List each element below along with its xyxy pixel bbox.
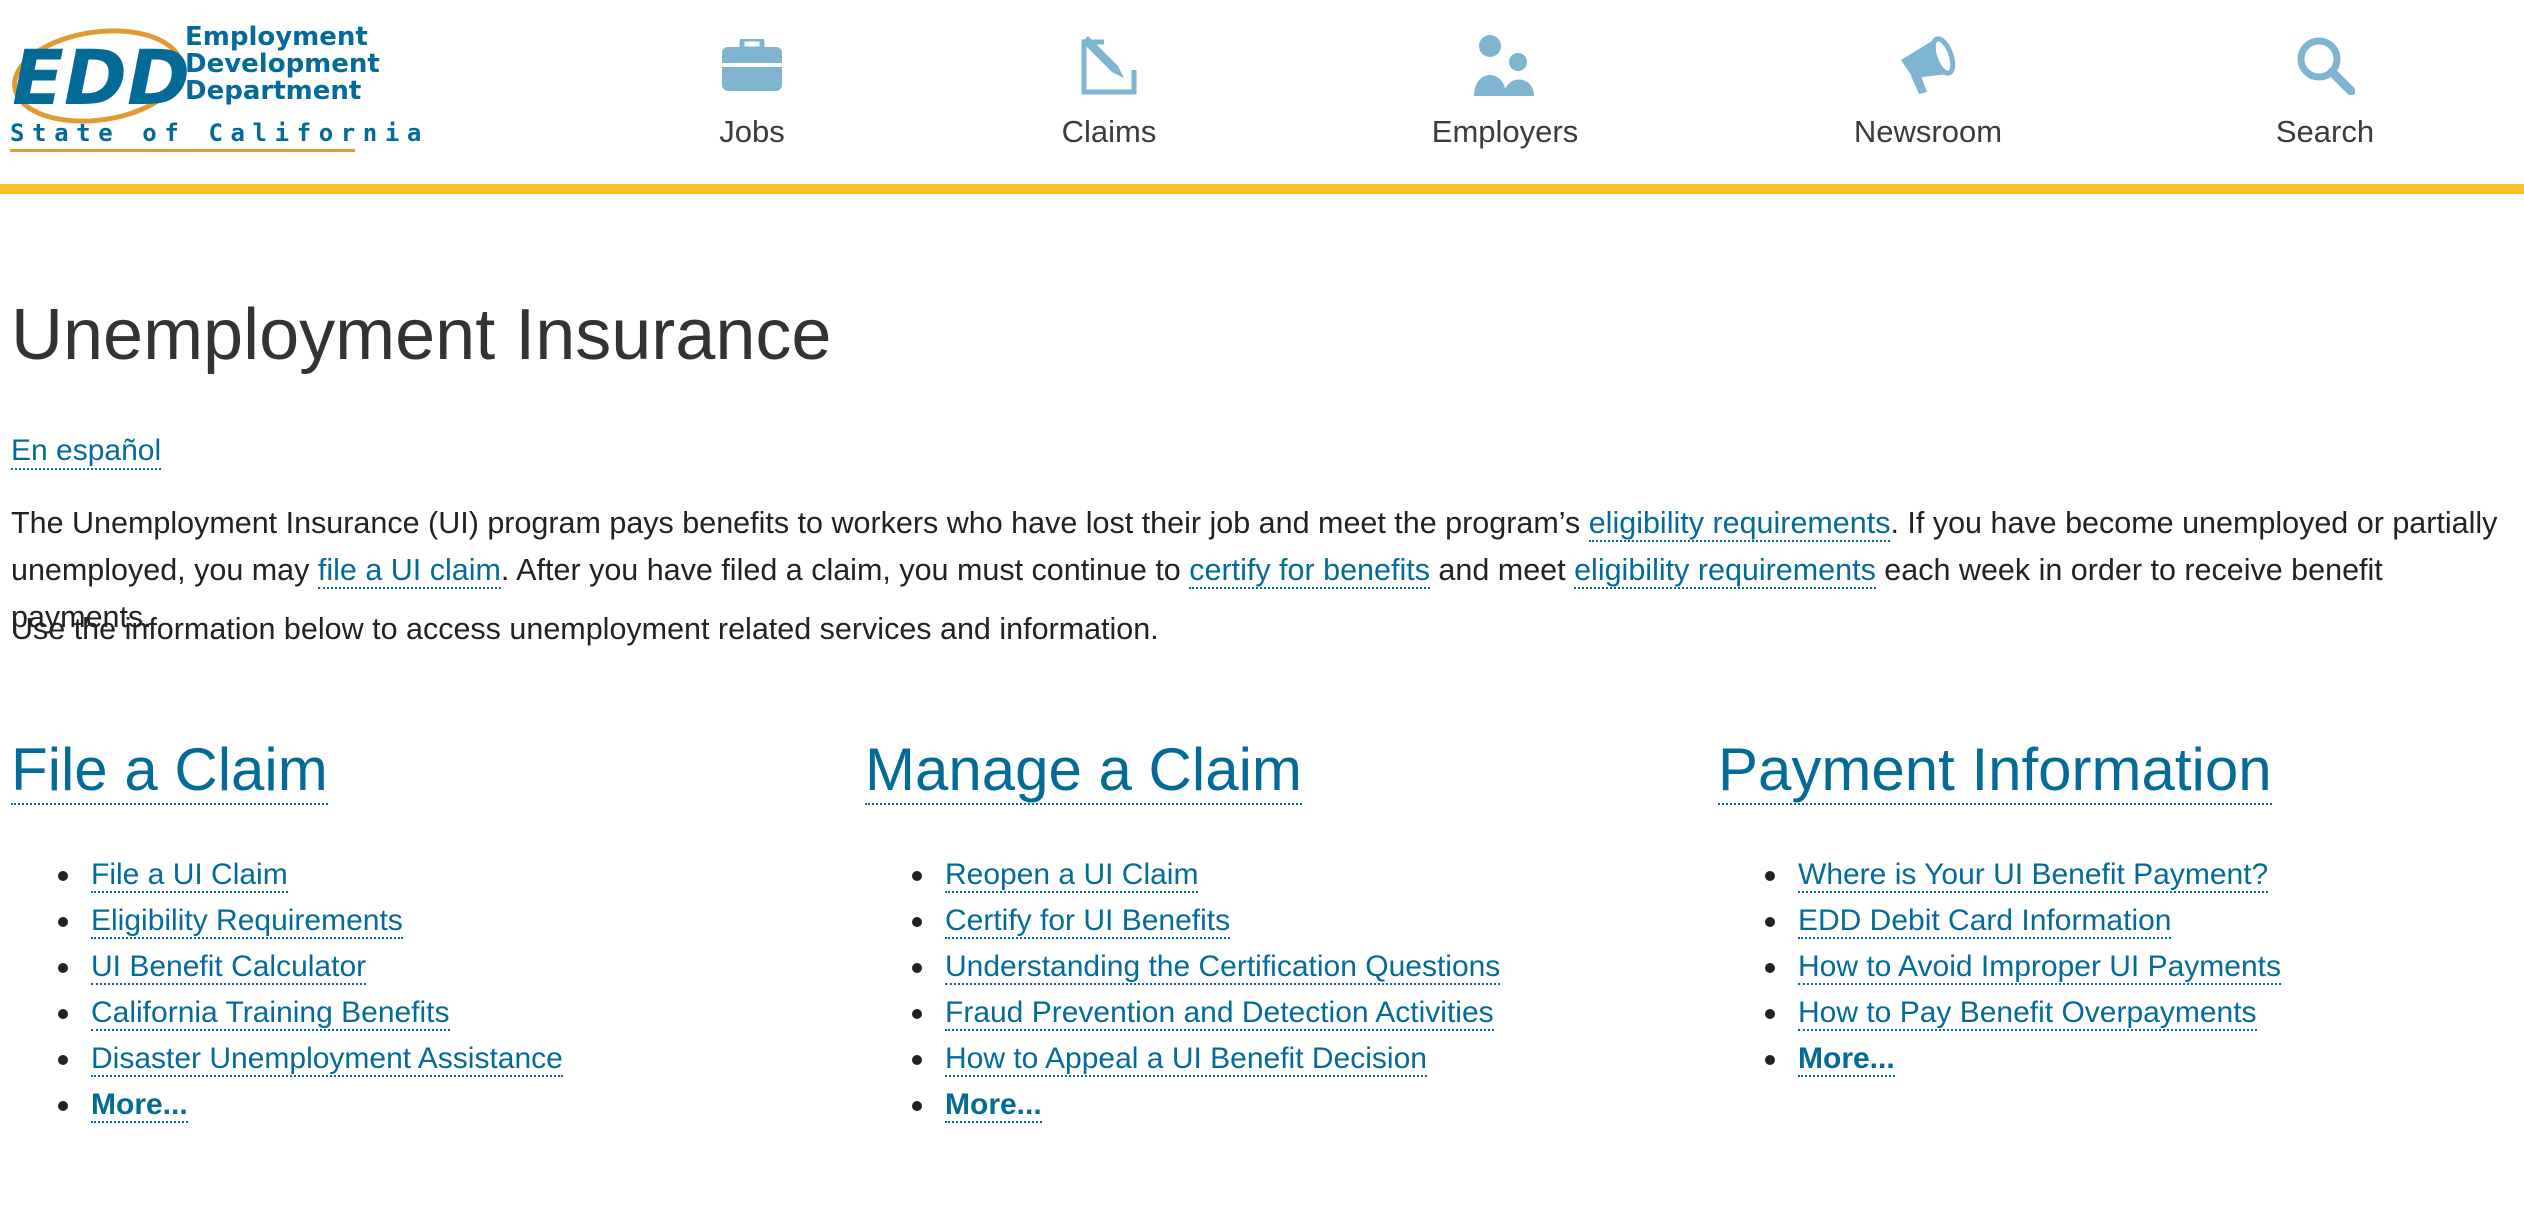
people-icon — [1470, 30, 1540, 100]
nav-newsroom[interactable]: Newsroom — [1818, 30, 2038, 160]
manage-a-claim-heading-link[interactable]: Manage a Claim — [865, 736, 1302, 805]
search-icon — [2290, 30, 2360, 100]
list-item: More... — [1798, 1036, 2524, 1082]
ui-benefit-calculator-link[interactable]: UI Benefit Calculator — [91, 950, 366, 985]
list-item: How to Avoid Improper UI Payments — [1798, 944, 2524, 990]
nav-claims[interactable]: Claims — [999, 30, 1219, 160]
briefcase-icon — [717, 30, 787, 100]
nav-search-label: Search — [2276, 114, 2374, 150]
edit-icon — [1074, 30, 1144, 100]
info-paragraph: Use the information below to access unem… — [11, 612, 1159, 647]
list-item: How to Appeal a UI Benefit Decision — [945, 1036, 1685, 1082]
reopen-ui-claim-link[interactable]: Reopen a UI Claim — [945, 858, 1198, 893]
manage-a-claim-section: Manage a Claim Reopen a UI Claim Certify… — [865, 730, 1685, 1128]
list-item: Eligibility Requirements — [91, 898, 831, 944]
nav-jobs-label: Jobs — [719, 114, 784, 150]
list-item: More... — [945, 1082, 1685, 1128]
file-ui-claim-link[interactable]: file a UI claim — [318, 553, 501, 589]
list-item: More... — [91, 1082, 831, 1128]
section-heading: Payment Information — [1718, 730, 2524, 810]
megaphone-icon — [1893, 30, 1963, 100]
payment-information-heading-link[interactable]: Payment Information — [1718, 736, 2272, 805]
list-item: Disaster Unemployment Assistance — [91, 1036, 831, 1082]
payment-information-section: Payment Information Where is Your UI Ben… — [1718, 730, 2524, 1082]
eligibility-requirements-link[interactable]: Eligibility Requirements — [91, 904, 403, 939]
nav-employers-label: Employers — [1432, 114, 1578, 150]
fraud-prevention-link[interactable]: Fraud Prevention and Detection Activitie… — [945, 996, 1494, 1031]
list-item: UI Benefit Calculator — [91, 944, 831, 990]
list-item: EDD Debit Card Information — [1798, 898, 2524, 944]
header-accent-bar — [0, 184, 2524, 194]
nav-claims-label: Claims — [1062, 114, 1157, 150]
file-a-claim-more-link[interactable]: More... — [91, 1088, 188, 1123]
debit-card-info-link[interactable]: EDD Debit Card Information — [1798, 904, 2171, 939]
list-item: Reopen a UI Claim — [945, 852, 1685, 898]
list-item: Where is Your UI Benefit Payment? — [1798, 852, 2524, 898]
avoid-improper-payments-link[interactable]: How to Avoid Improper UI Payments — [1798, 950, 2281, 985]
certify-for-benefits-link[interactable]: certify for benefits — [1189, 553, 1430, 589]
certification-questions-link[interactable]: Understanding the Certification Question… — [945, 950, 1500, 985]
file-a-claim-links: File a UI Claim Eligibility Requirements… — [11, 852, 831, 1128]
nav-jobs[interactable]: Jobs — [642, 30, 862, 160]
file-a-claim-section: File a Claim File a UI Claim Eligibility… — [11, 730, 831, 1128]
main-nav: Jobs Claims Employers Newsroom Search — [0, 0, 2524, 184]
intro-text-3: . After you have filed a claim, you must… — [501, 553, 1189, 587]
payment-information-links: Where is Your UI Benefit Payment? EDD De… — [1718, 852, 2524, 1082]
list-item: How to Pay Benefit Overpayments — [1798, 990, 2524, 1036]
manage-a-claim-more-link[interactable]: More... — [945, 1088, 1042, 1123]
page-title: Unemployment Insurance — [11, 294, 831, 376]
file-a-claim-heading-link[interactable]: File a Claim — [11, 736, 328, 805]
where-is-payment-link[interactable]: Where is Your UI Benefit Payment? — [1798, 858, 2268, 893]
appeal-decision-link[interactable]: How to Appeal a UI Benefit Decision — [945, 1042, 1427, 1077]
intro-text-1: The Unemployment Insurance (UI) program … — [11, 506, 1589, 540]
nav-employers[interactable]: Employers — [1395, 30, 1615, 160]
list-item: Understanding the Certification Question… — [945, 944, 1685, 990]
intro-text-4: and meet — [1430, 553, 1574, 587]
nav-search[interactable]: Search — [2215, 30, 2435, 160]
list-item: California Training Benefits — [91, 990, 831, 1036]
section-heading: File a Claim — [11, 730, 831, 810]
eligibility-requirements-link[interactable]: eligibility requirements — [1589, 506, 1891, 542]
pay-overpayments-link[interactable]: How to Pay Benefit Overpayments — [1798, 996, 2257, 1031]
list-item: Fraud Prevention and Detection Activitie… — [945, 990, 1685, 1036]
list-item: File a UI Claim — [91, 852, 831, 898]
site-header: EDD Employment Development Department St… — [0, 0, 2524, 186]
spanish-language-link[interactable]: En español — [11, 434, 161, 470]
eligibility-requirements-link-2[interactable]: eligibility requirements — [1574, 553, 1876, 589]
nav-newsroom-label: Newsroom — [1854, 114, 2002, 150]
disaster-unemployment-assistance-link[interactable]: Disaster Unemployment Assistance — [91, 1042, 563, 1077]
list-item: Certify for UI Benefits — [945, 898, 1685, 944]
california-training-benefits-link[interactable]: California Training Benefits — [91, 996, 450, 1031]
payment-information-more-link[interactable]: More... — [1798, 1042, 1895, 1077]
manage-a-claim-links: Reopen a UI Claim Certify for UI Benefit… — [865, 852, 1685, 1128]
section-heading: Manage a Claim — [865, 730, 1685, 810]
file-ui-claim-link[interactable]: File a UI Claim — [91, 858, 288, 893]
certify-ui-benefits-link[interactable]: Certify for UI Benefits — [945, 904, 1230, 939]
